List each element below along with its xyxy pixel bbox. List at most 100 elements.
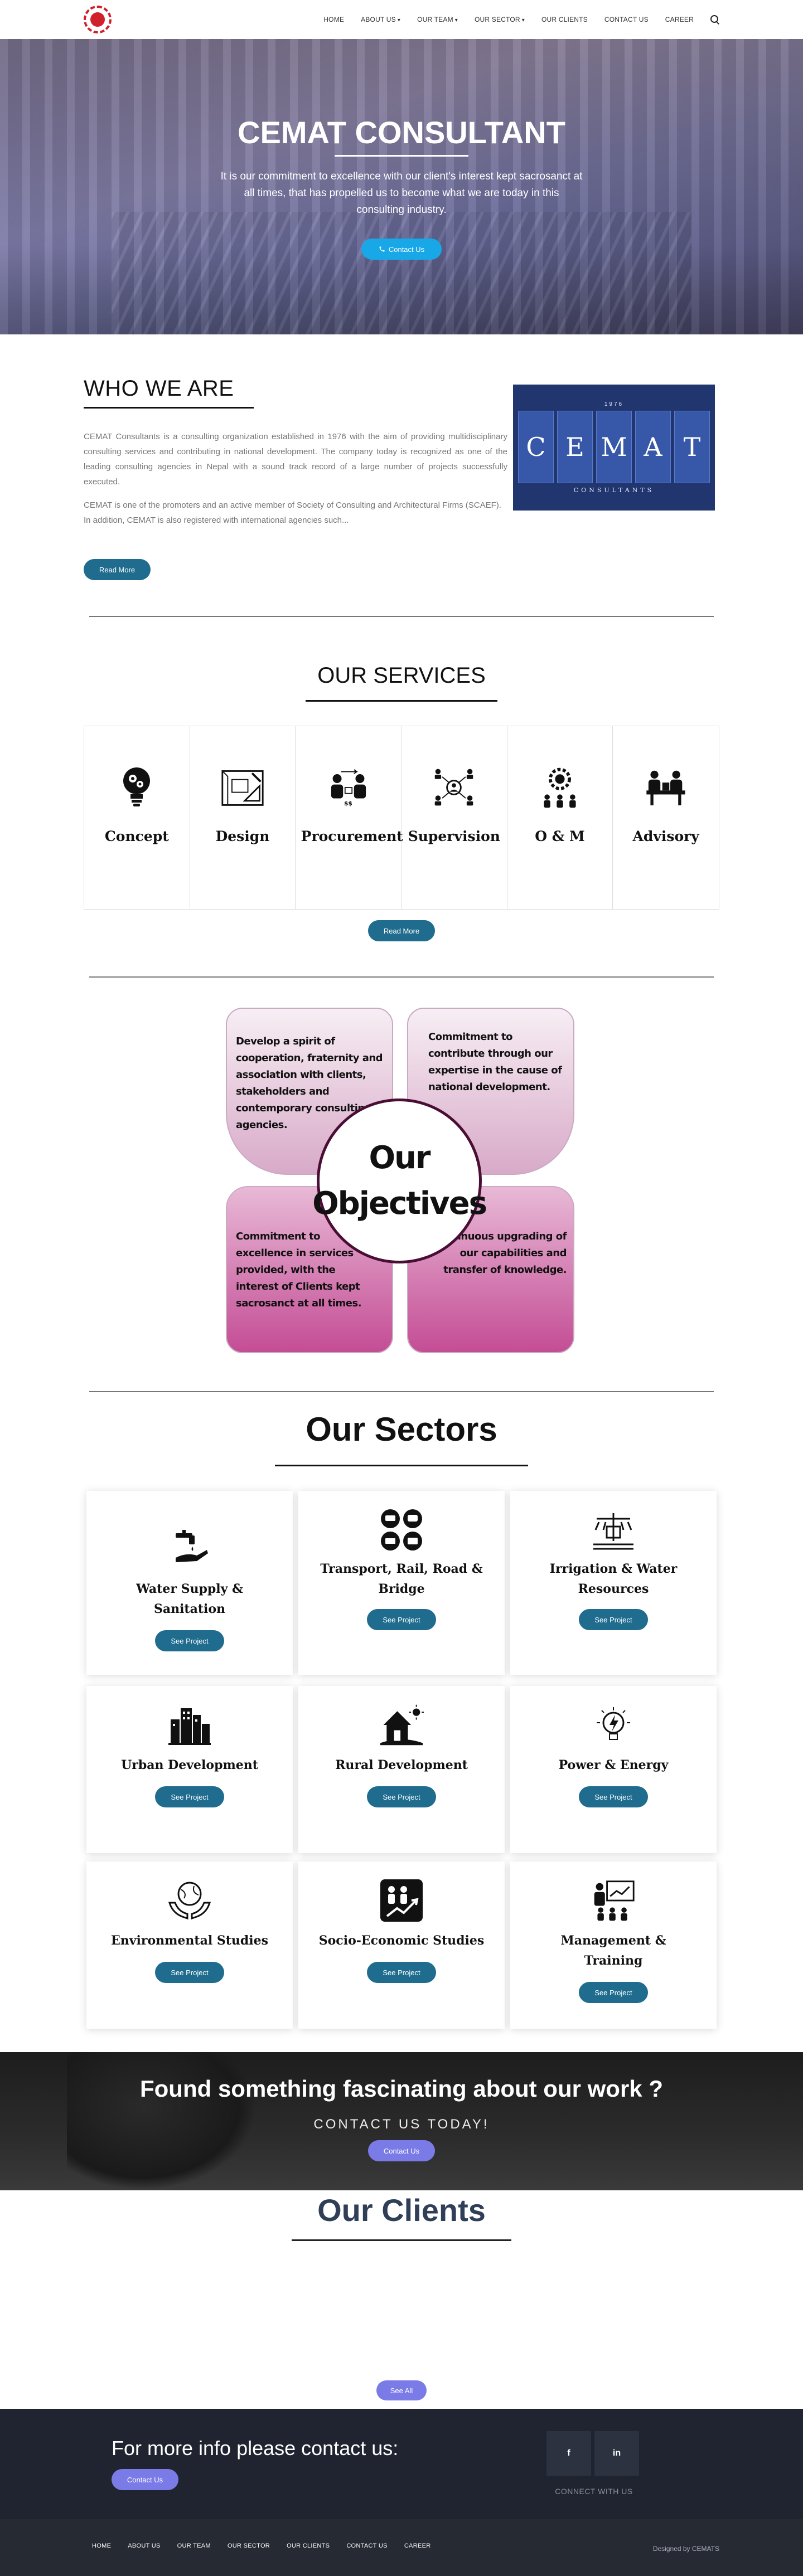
see-project-button[interactable]: See Project [579,1982,648,2003]
services-divider [306,700,497,702]
footer-credit: Designed by CEMATS [652,2545,719,2553]
presentation-board-icon [591,1878,636,1923]
sector-label: Irrigation & Water Resources [549,1562,678,1596]
transport-vehicles-icon [379,1508,424,1552]
sector-card-management: Management & Training See Project [510,1861,717,2029]
section-divider [89,1391,714,1392]
lightbulb-gears-icon [114,765,159,810]
globe-hands-icon [167,1878,212,1923]
company-logo[interactable] [84,6,112,33]
objectives-diagram: Develop a spirit of cooperation, fratern… [226,1008,574,1353]
cemat-logo-image: 1976 C E M A T CONSULTANTS [513,385,715,511]
clients-divider [292,2239,511,2241]
who-we-are-paragraph-1: CEMAT Consultants is a consulting organi… [84,432,507,487]
see-project-button[interactable]: See Project [155,1786,224,1807]
irrigation-sprinkler-icon [591,1508,636,1552]
cta-banner: Found something fascinating about our wo… [0,2052,803,2190]
connect-with-us-label: CONNECT WITH US [555,2487,633,2496]
service-procurement[interactable]: $$ Procurement [296,726,403,909]
operations-gear-people-icon [538,765,582,810]
cta-subtitle: CONTACT US TODAY! [313,2117,490,2132]
see-project-button[interactable]: See Project [579,1786,648,1807]
footer-link-our-clients[interactable]: OUR CLIENTS [287,2543,330,2549]
footer-link-our-team[interactable]: OUR TEAM [177,2543,211,2549]
sector-label: Socio-Economic Studies [318,1933,485,1948]
search-icon[interactable] [710,15,719,24]
navbar: HOME ABOUT US OUR TEAM OUR SECTOR OUR CL… [0,0,803,39]
sector-card-rural: Rural Development See Project [298,1686,505,1853]
see-project-button[interactable]: See Project [155,1630,224,1651]
see-project-button[interactable]: See Project [155,1962,224,1983]
service-label: Design [215,828,270,844]
sector-label: Water Supply & Sanitation [136,1582,243,1616]
water-tap-hand-icon [167,1524,212,1569]
cemat-logo-letters: C E M A T [518,411,710,483]
objectives-center-circle: Our Objectives [312,1099,487,1263]
rural-house-icon [379,1703,424,1747]
service-concept[interactable]: Concept [84,726,190,909]
sectors-divider [275,1465,528,1466]
footer-link-home[interactable]: HOME [92,2543,111,2549]
see-all-clients-button[interactable]: See All [376,2380,427,2400]
nav-home[interactable]: HOME [323,16,344,23]
section-divider [89,616,714,617]
cta-title: Found something fascinating about our wo… [140,2076,663,2102]
section-divider [89,976,714,978]
nav-contact-us[interactable]: CONTACT US [604,16,649,23]
see-project-button[interactable]: See Project [579,1609,648,1630]
hero-contact-button[interactable]: Contact Us [361,239,442,260]
contact-title: For more info please contact us: [112,2437,399,2460]
nav-career[interactable]: CAREER [665,16,694,23]
see-project-button[interactable]: See Project [367,1962,436,1983]
footer-link-contact-us[interactable]: CONTACT US [346,2543,388,2549]
cemat-logo-subtitle: CONSULTANTS [573,487,655,494]
footer-link-about-us[interactable]: ABOUT US [128,2543,160,2549]
sector-label: Management & Training [560,1933,666,1968]
facebook-icon[interactable]: f [546,2431,591,2476]
sector-card-socio-economic: Socio-Economic Studies See Project [298,1861,505,2029]
service-label: O & M [535,828,585,844]
service-advisory[interactable]: Advisory [613,726,719,909]
svg-text:$$: $$ [344,800,352,807]
nav-links: HOME ABOUT US OUR TEAM OUR SECTOR OUR CL… [323,0,719,39]
service-supervision[interactable]: Supervision [402,726,507,909]
who-we-are-title: WHO WE ARE [84,376,234,401]
logo-mark [90,12,105,27]
nav-about-us[interactable]: ABOUT US [361,16,400,23]
contact-button[interactable]: Contact Us [112,2469,178,2490]
sector-card-irrigation: Irrigation & Water Resources See Project [510,1491,717,1675]
services-grid: Concept Design $$ Procurement Supervisio… [84,726,719,910]
hero-banner: CEMAT CONSULTANT It is our commitment to… [0,39,803,334]
cta-contact-button[interactable]: Contact Us [368,2140,435,2161]
footer: HOME ABOUT US OUR TEAM OUR SECTOR OUR CL… [0,2519,803,2576]
hero-divider [335,155,468,157]
hero-title: CEMAT CONSULTANT [238,115,565,150]
phone-icon [379,246,385,252]
who-we-are-paragraph-2: CEMAT is one of the promoters and an act… [84,500,501,525]
hero-contact-label: Contact Us [388,245,425,254]
see-project-button[interactable]: See Project [367,1609,436,1630]
linkedin-icon[interactable]: in [594,2431,639,2476]
contact-strip: For more info please contact us: Contact… [0,2409,803,2519]
cemat-letter-t: T [674,411,710,483]
footer-link-our-sector[interactable]: OUR SECTOR [228,2543,270,2549]
nav-our-clients[interactable]: OUR CLIENTS [541,16,588,23]
sector-label: Urban Development [121,1758,258,1772]
service-design[interactable]: Design [190,726,296,909]
who-read-more-button[interactable]: Read More [84,559,151,580]
see-project-button[interactable]: See Project [367,1786,436,1807]
advisory-meeting-icon [644,765,688,810]
nav-our-sector[interactable]: OUR SECTOR [475,16,525,23]
nav-our-team[interactable]: OUR TEAM [417,16,458,23]
service-o-and-m[interactable]: O & M [507,726,613,909]
service-label: Concept [104,828,169,844]
sector-label: Rural Development [335,1758,468,1772]
footer-link-career[interactable]: CAREER [404,2543,431,2549]
hero-text: It is our commitment to excellence with … [220,171,583,216]
services-read-more-button[interactable]: Read More [368,920,435,941]
sector-label: Power & Energy [558,1758,669,1772]
service-label: Supervision [408,828,500,844]
sector-card-environmental: Environmental Studies See Project [86,1861,293,2029]
who-we-are-divider [84,407,254,409]
cemat-letter-m: M [596,411,632,483]
